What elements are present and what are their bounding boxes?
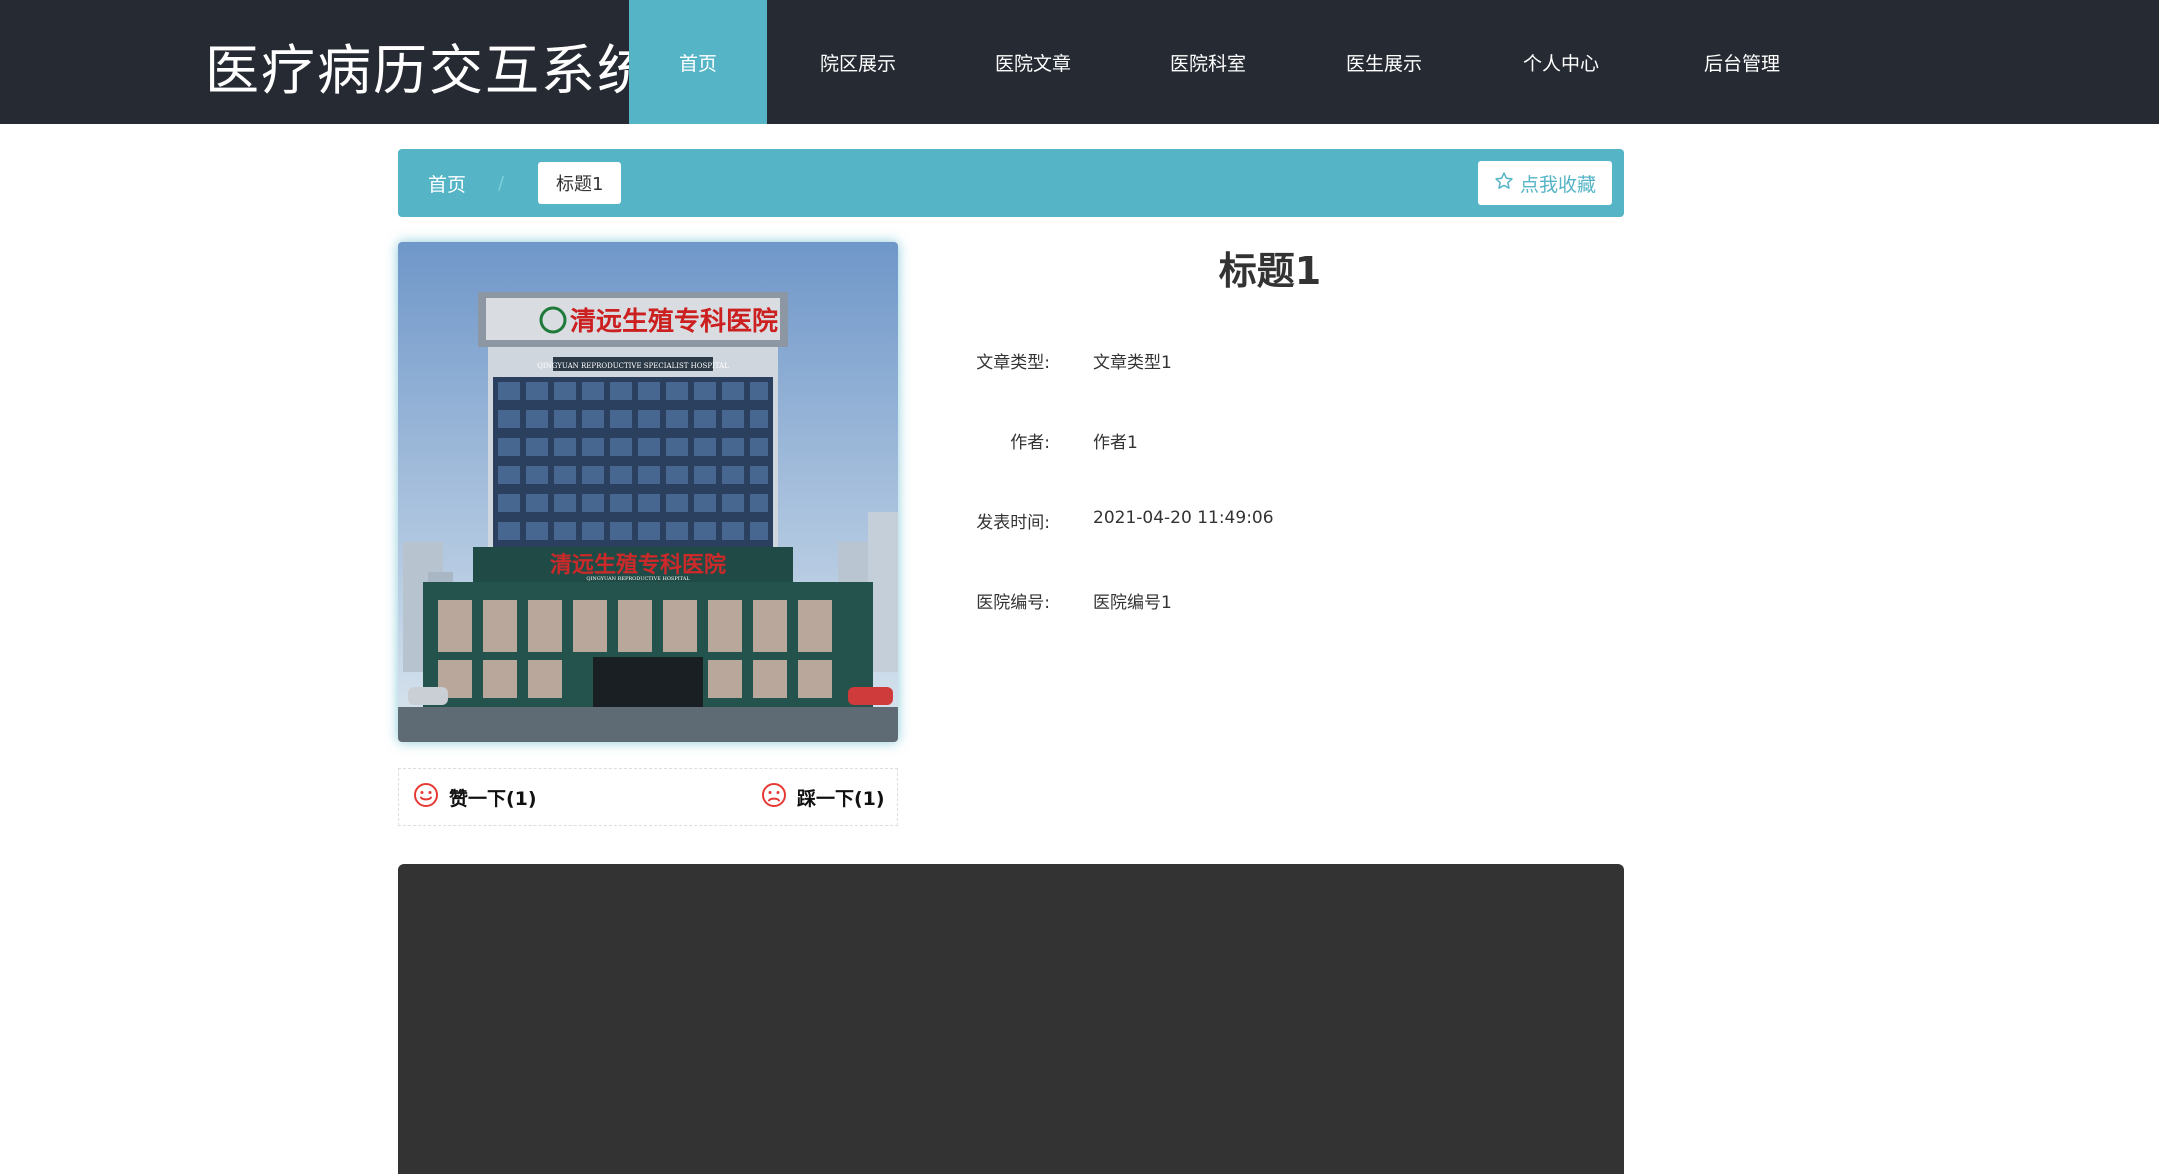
field-label-author: 作者: bbox=[1010, 433, 1050, 453]
nav-articles[interactable]: 医院文章 bbox=[949, 0, 1117, 124]
hospital-sign-en-small: QINGYUAN REPRODUCTIVE HOSPITAL bbox=[586, 576, 690, 582]
nav-home[interactable]: 首页 bbox=[629, 0, 767, 124]
dislike-label: 踩一下(1) bbox=[797, 787, 885, 810]
hospital-sign-en: QINGYUAN REPRODUCTIVE SPECIALIST HOSPITA… bbox=[537, 362, 729, 370]
dislike-button[interactable]: 踩一下(1) bbox=[761, 769, 885, 825]
article-content-area bbox=[398, 864, 1624, 1174]
breadcrumb: 首页 / 标题1 点我收藏 bbox=[398, 149, 1624, 217]
nav-admin[interactable]: 后台管理 bbox=[1653, 0, 1831, 124]
breadcrumb-current: 标题1 bbox=[538, 162, 622, 204]
star-icon bbox=[1494, 171, 1514, 196]
favorite-label: 点我收藏 bbox=[1519, 173, 1596, 196]
hospital-sign-cn-lower: 清远生殖专科医院 bbox=[550, 552, 726, 578]
like-button[interactable]: 赞一下(1) bbox=[413, 769, 537, 825]
nav-campus[interactable]: 院区展示 bbox=[767, 0, 949, 124]
breadcrumb-home-link[interactable]: 首页 bbox=[428, 149, 466, 217]
hospital-building-illustration: 清远生殖专科医院 QINGYUAN REPRODUCTIVE SPECIALIS… bbox=[398, 242, 898, 742]
vote-box: 赞一下(1) 踩一下(1) bbox=[398, 768, 898, 826]
breadcrumb-separator: / bbox=[498, 172, 505, 194]
field-label-article-type: 文章类型: bbox=[976, 353, 1050, 373]
article-cover-image: 清远生殖专科医院 QINGYUAN REPRODUCTIVE SPECIALIS… bbox=[398, 242, 898, 742]
field-label-publish-time: 发表时间: bbox=[976, 513, 1050, 533]
field-value-article-type: 文章类型1 bbox=[1093, 353, 1172, 373]
favorite-button[interactable]: 点我收藏 bbox=[1477, 161, 1612, 205]
field-value-author: 作者1 bbox=[1093, 433, 1138, 453]
nav-departments[interactable]: 医院科室 bbox=[1117, 0, 1299, 124]
article-title: 标题1 bbox=[1218, 249, 1322, 293]
site-title: 医疗病历交互系统 bbox=[205, 39, 653, 102]
top-navbar: 医疗病历交互系统 首页 院区展示 医院文章 医院科室 医生展示 个人中心 后台管… bbox=[0, 0, 2159, 124]
smile-icon bbox=[413, 782, 439, 813]
hospital-sign-cn: 清远生殖专科医院 bbox=[570, 306, 778, 337]
frown-icon bbox=[761, 782, 787, 813]
nav-profile[interactable]: 个人中心 bbox=[1469, 0, 1653, 124]
field-value-hospital-id: 医院编号1 bbox=[1093, 593, 1172, 613]
nav-doctors[interactable]: 医生展示 bbox=[1299, 0, 1469, 124]
like-label: 赞一下(1) bbox=[449, 787, 537, 810]
field-label-hospital-id: 医院编号: bbox=[976, 593, 1050, 613]
field-value-publish-time: 2021-04-20 11:49:06 bbox=[1093, 508, 1274, 528]
